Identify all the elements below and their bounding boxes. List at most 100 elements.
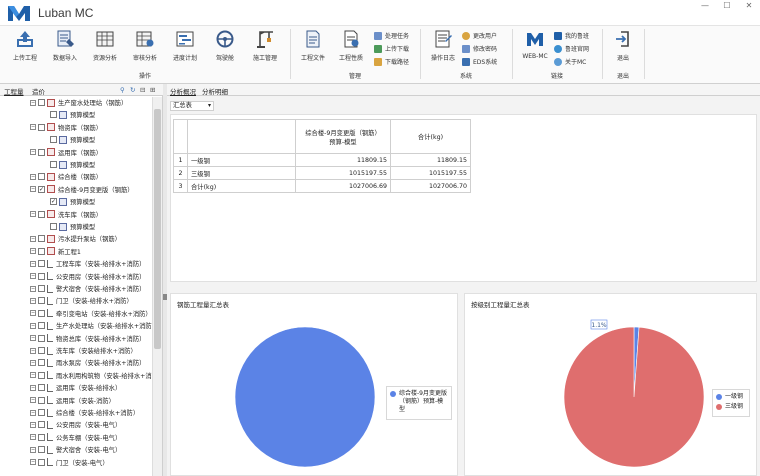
tree-item[interactable]: − 牵引变电站（安装-给排水+消防） <box>30 308 152 319</box>
expand-toggle-icon[interactable]: − <box>30 434 36 441</box>
expand-toggle-icon[interactable]: − <box>30 173 36 180</box>
expand-all-icon[interactable]: ⚲ <box>120 86 125 94</box>
close-button[interactable]: ✕ <box>738 0 760 14</box>
tree-item[interactable]: − ✓ 综合楼-9月变更版（钢筋） <box>30 184 134 195</box>
process-task-button[interactable]: 处理任务 <box>374 30 420 41</box>
tree-checkbox[interactable] <box>38 458 45 466</box>
tree-checkbox[interactable] <box>50 161 57 168</box>
tree-checkbox[interactable] <box>38 396 45 404</box>
tree-item[interactable]: − 物资库（钢筋） <box>30 122 102 133</box>
tree-item[interactable]: ✓ 预算模型 <box>42 196 95 207</box>
tree-item[interactable]: − 门卫（安装-给排水+消防） <box>30 295 133 306</box>
summary-dropdown[interactable]: 汇总表 ▾ <box>170 101 214 111</box>
expand-toggle-icon[interactable]: − <box>30 186 36 193</box>
tree-checkbox[interactable] <box>38 322 45 330</box>
tree-checkbox[interactable] <box>38 297 45 305</box>
expand-tree-icon[interactable]: ⊞ <box>150 86 155 94</box>
tree-checkbox[interactable] <box>38 359 45 367</box>
tree-checkbox[interactable] <box>38 409 45 416</box>
expand-toggle-icon[interactable]: − <box>30 149 36 156</box>
tree-checkbox[interactable]: ✓ <box>50 198 57 206</box>
about-mc-button[interactable]: 关于MC <box>554 56 600 67</box>
tree-checkbox[interactable] <box>38 148 45 156</box>
audit-analysis-button[interactable]: 审核分析 <box>126 29 164 65</box>
tree-item[interactable]: 预算模型 <box>42 134 95 145</box>
tree-checkbox[interactable] <box>38 421 45 429</box>
tree-item[interactable]: 预算模型 <box>42 159 95 170</box>
resource-analysis-button[interactable]: 资源分析 <box>86 29 124 65</box>
tab-analysis-detail[interactable]: 分析明细 <box>202 86 228 96</box>
expand-toggle-icon[interactable]: − <box>30 285 36 292</box>
tree-checkbox[interactable] <box>38 347 45 354</box>
tree-checkbox[interactable] <box>50 223 57 230</box>
tree-item[interactable]: − 工程车库（安装-给排水+消防） <box>30 258 145 269</box>
tab-quantity[interactable]: 工程量 <box>4 86 24 96</box>
tab-cost[interactable]: 造价 <box>32 86 45 96</box>
tree-checkbox[interactable] <box>38 446 45 454</box>
tree-item[interactable]: 预算模型 <box>42 221 95 232</box>
refresh-icon[interactable]: ↻ <box>130 86 135 94</box>
exit-button[interactable]: 退出 <box>604 29 642 65</box>
schedule-plan-button[interactable]: 进度计划 <box>166 29 204 65</box>
expand-toggle-icon[interactable]: − <box>30 273 36 280</box>
tree-item[interactable]: − 运用库（钢筋） <box>30 147 102 158</box>
expand-toggle-icon[interactable]: − <box>30 397 36 404</box>
tree-item[interactable]: − 生产废水处理站（钢筋） <box>30 97 127 108</box>
expand-toggle-icon[interactable]: − <box>30 372 36 379</box>
tree-checkbox[interactable]: ✓ <box>38 185 45 193</box>
pie-slice[interactable] <box>234 326 376 468</box>
tree-checkbox[interactable] <box>38 433 45 441</box>
expand-toggle-icon[interactable]: − <box>30 384 36 391</box>
expand-toggle-icon[interactable]: − <box>30 211 36 218</box>
expand-toggle-icon[interactable]: − <box>30 260 36 267</box>
tree-item[interactable]: − 洗车库（安装给排水+消防） <box>30 345 137 356</box>
scrollbar-thumb[interactable] <box>154 109 161 349</box>
project-files-button[interactable]: 工程文件 <box>294 29 332 65</box>
eds-system-button[interactable]: EDS系统 <box>462 56 508 67</box>
tree-checkbox[interactable] <box>38 173 45 181</box>
tree-scrollbar[interactable] <box>152 97 162 476</box>
table-row[interactable]: 1 一级钢 11809.15 11809.15 <box>173 153 471 167</box>
minimize-button[interactable]: — <box>694 0 716 14</box>
collapse-tree-icon[interactable]: ⊟ <box>140 86 145 94</box>
tree-item[interactable]: − 新工程1 <box>30 246 81 257</box>
expand-toggle-icon[interactable]: − <box>30 335 36 342</box>
expand-toggle-icon[interactable]: − <box>30 359 36 366</box>
tree-checkbox[interactable] <box>38 334 45 342</box>
expand-toggle-icon[interactable]: − <box>30 322 36 329</box>
my-luban-button[interactable]: 我的鲁班 <box>554 30 600 41</box>
tree-item[interactable]: − 运用库（安装-消防） <box>30 395 115 406</box>
cockpit-button[interactable]: 驾驶舱 <box>206 29 244 65</box>
tree-checkbox[interactable] <box>38 99 45 106</box>
maximize-button[interactable]: ☐ <box>716 0 738 14</box>
tree-item[interactable]: − 污水提升泵站（钢筋） <box>30 233 121 244</box>
tree-checkbox[interactable] <box>38 210 45 218</box>
expand-toggle-icon[interactable]: − <box>30 310 36 317</box>
tree-checkbox[interactable] <box>50 136 57 144</box>
tree-item[interactable]: − 公务车棚（安装-电气） <box>30 432 121 443</box>
tree-item[interactable]: − 警犬宿舍（安装-给排水+消防） <box>30 283 145 294</box>
expand-toggle-icon[interactable]: − <box>30 235 36 242</box>
table-row[interactable]: 2 三级钢 1015197.55 1015197.55 <box>173 166 471 180</box>
expand-toggle-icon[interactable]: − <box>30 99 36 106</box>
expand-toggle-icon[interactable]: − <box>30 347 36 354</box>
upload-download-button[interactable]: 上传下载 <box>374 43 420 54</box>
tree-item[interactable]: − 综合楼（钢筋） <box>30 171 102 182</box>
expand-toggle-icon[interactable]: − <box>30 297 36 304</box>
expand-toggle-icon[interactable]: − <box>30 124 36 131</box>
tree-item[interactable]: − 洗车库（钢筋） <box>30 209 102 220</box>
tree-checkbox[interactable] <box>38 371 45 379</box>
project-properties-button[interactable]: 工程性质 <box>332 29 370 65</box>
pie-slice[interactable] <box>563 326 705 468</box>
data-import-button[interactable]: 数据导入 <box>46 29 84 65</box>
tree-item[interactable]: − 雨水利用构筑物（安装-给排水+消 <box>30 370 152 381</box>
tree-item[interactable]: − 运用库（安装-给排水） <box>30 382 121 393</box>
change-password-button[interactable]: 修改密码 <box>462 43 508 54</box>
tree-item[interactable]: − 公安用房（安装-电气） <box>30 419 121 430</box>
tree-item[interactable]: − 门卫（安装-电气） <box>30 457 109 468</box>
tree-checkbox[interactable] <box>38 285 45 292</box>
tree-item[interactable]: 预算模型 <box>42 109 95 120</box>
expand-toggle-icon[interactable]: − <box>30 459 36 466</box>
change-user-button[interactable]: 更改用户 <box>462 30 508 41</box>
tree-checkbox[interactable] <box>38 235 45 243</box>
